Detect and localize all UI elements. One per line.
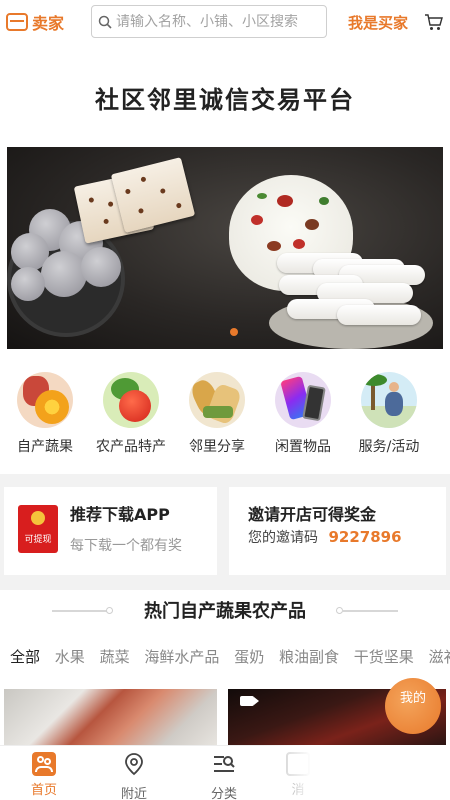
banner-food <box>41 251 87 297</box>
category-item[interactable]: 服务/活动 <box>344 372 434 456</box>
download-app-title: 推荐下载APP <box>70 505 170 524</box>
share-icon <box>189 372 245 428</box>
section-header: 热门自产蔬果农产品 <box>0 597 450 623</box>
category-label: 农产品特产 <box>96 439 166 455</box>
tab-vegetable[interactable]: 蔬菜 <box>100 646 130 667</box>
category-tabs: 全部 水果 蔬菜 海鲜水产品 蛋奶 粮油副食 干货坚果 滋补 <box>10 646 450 668</box>
category-item[interactable]: 农产品特产 <box>86 372 176 456</box>
category-item[interactable]: 邻里分享 <box>172 372 262 456</box>
red-packet-icon: 可提现 <box>18 505 58 553</box>
banner-roll <box>337 305 421 325</box>
banner-food <box>11 267 45 301</box>
tab-all[interactable]: 全部 <box>10 646 40 667</box>
shop-icon <box>6 13 28 31</box>
red-packet-label: 可提现 <box>24 535 52 545</box>
invite-title: 邀请开店可得奖金 <box>248 505 377 524</box>
nav-category[interactable]: 分类 <box>194 752 254 800</box>
category-item[interactable]: 闲置物品 <box>258 372 348 456</box>
nav-home[interactable]: 首页 <box>14 752 74 798</box>
tab-dried-nuts[interactable]: 干货坚果 <box>354 646 414 667</box>
carousel-indicator[interactable] <box>230 328 238 336</box>
produce-icon <box>103 372 159 428</box>
tab-egg-milk[interactable]: 蛋奶 <box>234 646 264 667</box>
search-box[interactable] <box>91 5 327 38</box>
mine-floating-button[interactable]: 我的 <box>385 678 441 734</box>
fade-overlay <box>262 745 450 800</box>
banner-cake <box>110 157 196 233</box>
cart-icon[interactable] <box>424 12 444 32</box>
search-icon <box>98 15 112 29</box>
video-icon <box>240 696 259 706</box>
service-icon <box>361 372 417 428</box>
category-label: 闲置物品 <box>275 439 331 455</box>
page-title: 社区邻里诚信交易平台 <box>95 85 355 114</box>
fruit-icon <box>17 372 73 428</box>
home-icon <box>32 752 56 776</box>
coin-icon <box>31 511 45 525</box>
idle-goods-icon <box>275 372 331 428</box>
product-card[interactable] <box>4 689 217 745</box>
category-label: 服务/活动 <box>358 439 420 455</box>
promo-banner[interactable] <box>7 147 443 349</box>
category-grid: 自产蔬果 农产品特产 邻里分享 闲置物品 服务/活动 <box>0 372 450 462</box>
banner-food <box>81 247 121 287</box>
category-label: 自产蔬果 <box>17 439 73 455</box>
seller-label: 卖家 <box>32 14 65 33</box>
download-app-card[interactable]: 可提现 推荐下载APP 每下载一个都有奖 <box>4 487 217 575</box>
category-item[interactable]: 自产蔬果 <box>0 372 90 456</box>
location-icon <box>125 753 143 776</box>
category-label: 邻里分享 <box>189 439 245 455</box>
invite-code: 9227896 <box>328 528 402 546</box>
invite-code-row: 您的邀请码 9227896 <box>248 527 402 547</box>
nav-category-label: 分类 <box>210 787 237 800</box>
category-icon <box>214 756 235 772</box>
tab-tonic[interactable]: 滋补 <box>429 646 450 667</box>
buyer-button[interactable]: 我是买家 <box>348 12 408 33</box>
download-app-subtitle: 每下载一个都有奖 <box>70 538 182 554</box>
divider <box>342 610 398 612</box>
tab-grain-oil[interactable]: 粮油副食 <box>279 646 339 667</box>
seller-button[interactable]: 卖家 <box>6 10 86 34</box>
nav-home-label: 首页 <box>30 783 57 798</box>
tab-fruit[interactable]: 水果 <box>55 646 85 667</box>
search-input[interactable] <box>116 13 316 30</box>
nav-nearby-label: 附近 <box>120 787 147 800</box>
tab-seafood[interactable]: 海鲜水产品 <box>144 646 219 667</box>
invite-code-label: 您的邀请码 <box>248 530 318 546</box>
header: 卖家 我是买家 <box>0 0 450 44</box>
nav-nearby[interactable]: 附近 <box>104 752 164 800</box>
invite-card[interactable]: 邀请开店可得奖金 您的邀请码 9227896 <box>229 487 446 575</box>
